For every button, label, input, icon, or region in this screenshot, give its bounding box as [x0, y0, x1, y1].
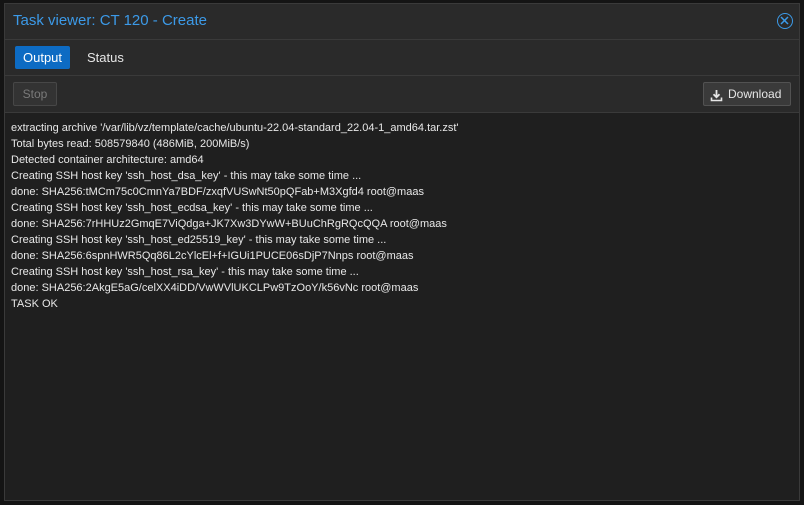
tab-bar: Output Status [5, 40, 799, 76]
task-viewer-window: Task viewer: CT 120 - Create Output Stat… [4, 3, 800, 501]
log-line: done: SHA256:tMCm75c0CmnYa7BDF/zxqfVUSwN… [11, 186, 424, 198]
log-line: done: SHA256:2AkgE5aG/celXX4iDD/VwWVlUKC… [11, 282, 419, 294]
log-line: Creating SSH host key 'ssh_host_dsa_key'… [11, 170, 362, 182]
task-output-log[interactable]: extracting archive '/var/lib/vz/template… [5, 113, 799, 500]
download-button[interactable]: Download [703, 82, 791, 106]
window-title: Task viewer: CT 120 - Create [13, 12, 207, 29]
log-line: Total bytes read: 508579840 (486MiB, 200… [11, 138, 250, 150]
toolbar: Stop Download [5, 76, 799, 113]
download-icon [710, 87, 723, 109]
tab-output[interactable]: Output [15, 46, 71, 69]
tab-status[interactable]: Status [79, 46, 132, 69]
log-line: Creating SSH host key 'ssh_host_ed25519_… [11, 234, 387, 246]
log-line: TASK OK [11, 298, 58, 310]
log-line: Detected container architecture: amd64 [11, 154, 204, 166]
window-titlebar: Task viewer: CT 120 - Create [5, 4, 799, 40]
log-line: done: SHA256:7rHHUz2GmqE7ViQdga+JK7Xw3DY… [11, 218, 447, 230]
log-line: done: SHA256:6spnHWR5Qq86L2cYlcEl+f+IGUi… [11, 250, 414, 262]
log-line: Creating SSH host key 'ssh_host_rsa_key'… [11, 266, 359, 278]
log-line: Creating SSH host key 'ssh_host_ecdsa_ke… [11, 202, 373, 214]
stop-button[interactable]: Stop [13, 82, 57, 106]
close-icon[interactable] [777, 13, 793, 29]
download-label: Download [728, 87, 782, 101]
log-line: extracting archive '/var/lib/vz/template… [11, 122, 459, 134]
